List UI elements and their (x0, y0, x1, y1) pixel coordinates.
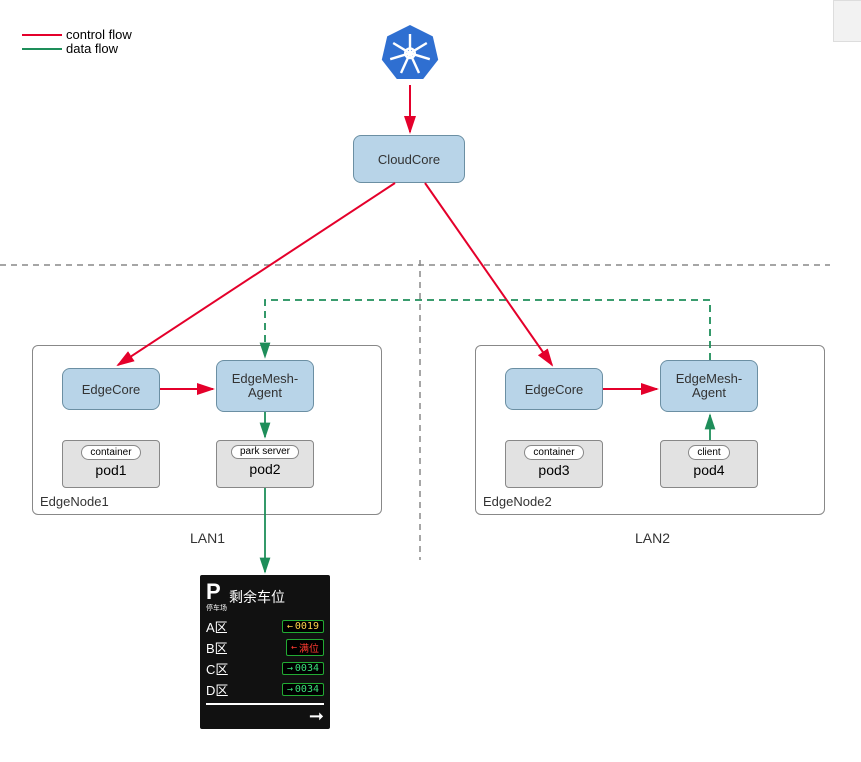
parking-zone-d: D区 (206, 680, 228, 699)
edgecore1-node: EdgeCore (62, 368, 160, 410)
edgemesh2-node: EdgeMesh-Agent (660, 360, 758, 412)
parking-zone-a: A区 (206, 617, 228, 636)
parking-dir-b: ← (291, 642, 297, 653)
legend-control-flow: control flow (22, 28, 132, 42)
lan1-label: LAN1 (190, 530, 225, 546)
parking-val-b: ← 满位 (286, 639, 324, 656)
pod2-inner: park server (231, 445, 299, 459)
edgenode1-label: EdgeNode1 (40, 494, 109, 509)
pod1-label: pod1 (95, 462, 126, 478)
parking-zone-b: B区 (206, 638, 228, 657)
parking-title: 剩余车位 (229, 587, 285, 607)
edgemesh2-label: EdgeMesh-Agent (661, 372, 757, 401)
pod1: container pod1 (62, 440, 160, 488)
parking-dir-a: ← (287, 621, 293, 632)
parking-val-a: ← 0019 (282, 620, 324, 633)
edgecore2-node: EdgeCore (505, 368, 603, 410)
parking-num-c: 0034 (295, 663, 319, 674)
lan2-label: LAN2 (635, 530, 670, 546)
legend-control-label: control flow (66, 28, 132, 42)
parking-num-a: 0019 (295, 621, 319, 632)
parking-row-b: B区 ← 满位 (206, 638, 324, 657)
parking-zone-c: C区 (206, 659, 228, 678)
pod3: container pod3 (505, 440, 603, 488)
edgemesh1-label: EdgeMesh-Agent (217, 372, 313, 401)
legend-data-label: data flow (66, 42, 118, 56)
cloudcore-node: CloudCore (353, 135, 465, 183)
side-panel (833, 0, 861, 42)
edgecore1-label: EdgeCore (82, 382, 141, 397)
parking-num-b: 满位 (299, 640, 319, 655)
edgecore2-label: EdgeCore (525, 382, 584, 397)
pod1-inner: container (81, 445, 140, 460)
pod2: park server pod2 (216, 440, 314, 488)
parking-row-c: C区 → 0034 (206, 659, 324, 678)
parking-p-sub: 停车场 (206, 603, 227, 613)
parking-row-d: D区 → 0034 (206, 680, 324, 699)
pod3-inner: container (524, 445, 583, 460)
parking-header: P 停车场 剩余车位 (206, 581, 324, 613)
pod4: client pod4 (660, 440, 758, 488)
parking-dir-c: → (287, 663, 293, 674)
kubernetes-icon (380, 22, 440, 82)
parking-sign: P 停车场 剩余车位 A区 ← 0019 B区 ← 满位 C区 → 0034 (200, 575, 330, 729)
pod4-inner: client (688, 445, 729, 460)
cloudcore-label: CloudCore (378, 152, 440, 167)
parking-num-d: 0034 (295, 684, 319, 695)
parking-val-c: → 0034 (282, 662, 324, 675)
legend-swatch-data (22, 48, 62, 50)
pod4-label: pod4 (693, 462, 724, 478)
arrow-right-icon: ➞ (309, 707, 324, 725)
legend-data-flow: data flow (22, 42, 132, 56)
parking-row-a: A区 ← 0019 (206, 617, 324, 636)
diagram-canvas: control flow data flow CloudCore (0, 0, 861, 762)
legend: control flow data flow (22, 28, 132, 57)
parking-p-icon: P (206, 581, 223, 603)
legend-swatch-control (22, 34, 62, 36)
pod3-label: pod3 (538, 462, 569, 478)
parking-arrow-bar: ➞ (206, 703, 324, 725)
edgemesh1-node: EdgeMesh-Agent (216, 360, 314, 412)
parking-dir-d: → (287, 684, 293, 695)
parking-val-d: → 0034 (282, 683, 324, 696)
edgenode2-label: EdgeNode2 (483, 494, 552, 509)
pod2-label: pod2 (249, 461, 280, 477)
